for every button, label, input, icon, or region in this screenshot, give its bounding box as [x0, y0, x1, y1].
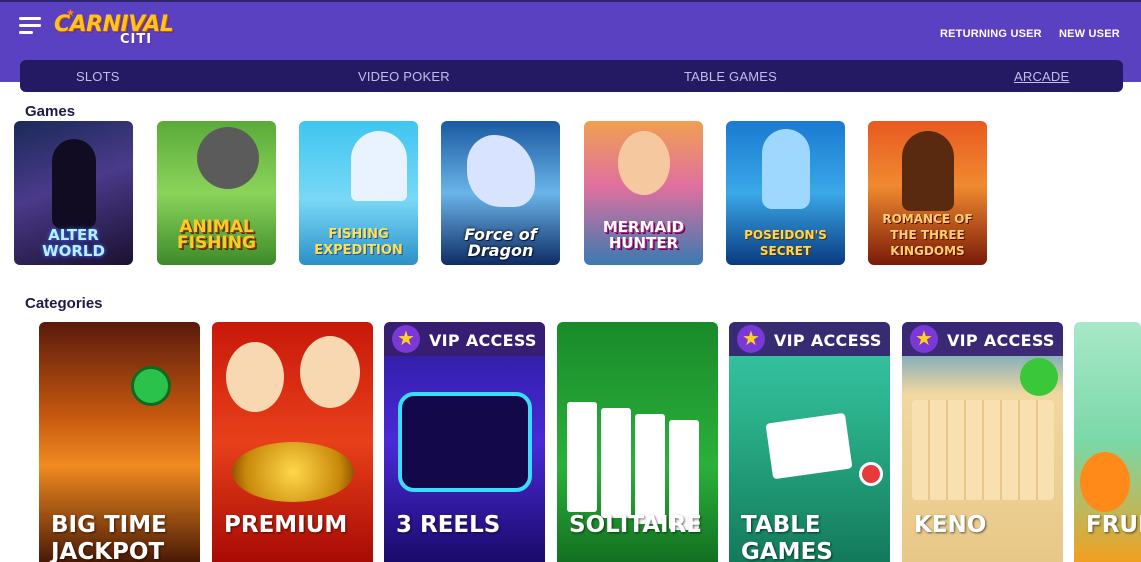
card-art	[601, 408, 631, 518]
game-title: POSEIDON'S SECRET	[744, 228, 827, 258]
game-art-poseidon	[762, 129, 810, 209]
category-label: SOLITAIRE	[569, 512, 703, 538]
game-tile-mermaid-hunter[interactable]: MERMAID HUNTER	[584, 121, 703, 265]
nav-item-slots[interactable]: SLOTS	[76, 69, 120, 84]
game-art-raccoon	[197, 127, 259, 189]
game-art-mermaid	[618, 131, 670, 195]
game-tile-alter-world[interactable]: ALTER WORLD	[14, 121, 133, 265]
logo-sub-text: CITI	[120, 32, 153, 47]
menu-icon[interactable]	[19, 17, 43, 35]
category-label: TABLE GAMES	[741, 512, 833, 562]
gold-pot-art	[232, 442, 354, 502]
vip-badge: ★ VIP ACCESS	[729, 322, 890, 356]
returning-user-link[interactable]: RETURNING USER	[940, 28, 1042, 40]
game-art-figure	[52, 139, 96, 229]
category-tile-keno[interactable]: ★ VIP ACCESS KENO	[902, 322, 1063, 562]
game-art-dragon	[467, 135, 535, 207]
game-tile-poseidons-secret[interactable]: POSEIDON'S SECRET	[726, 121, 845, 265]
vip-label: VIP ACCESS	[774, 331, 882, 350]
category-tile-fruit[interactable]: FRUIT	[1074, 322, 1141, 562]
vip-label: VIP ACCESS	[947, 331, 1055, 350]
game-title: ALTER WORLD	[42, 226, 105, 260]
logo[interactable]: ★ CARNIVAL CITI	[54, 8, 174, 50]
card-art	[567, 402, 597, 512]
card-art	[635, 414, 665, 524]
game-art-warrior	[902, 131, 954, 211]
category-tile-3-reels[interactable]: ★ VIP ACCESS 3 REELS	[384, 322, 545, 562]
category-label: PREMIUM	[224, 512, 348, 538]
keno-board-art	[912, 400, 1054, 500]
category-label: 3 REELS	[396, 512, 501, 538]
game-tile-fishing-expedition[interactable]: FISHING EXPEDITION	[299, 121, 418, 265]
vip-label: VIP ACCESS	[429, 331, 537, 350]
category-label: KENO	[914, 512, 987, 538]
game-title: ANIMAL FISHING	[177, 217, 256, 253]
game-tile-force-of-dragon[interactable]: Force of Dragon	[441, 121, 560, 265]
jackpot-art	[57, 434, 187, 474]
game-title: MERMAID HUNTER	[602, 218, 685, 252]
category-label: BIG TIME JACKPOT	[51, 512, 167, 562]
game-title: ROMANCE OF THE THREE KINGDOMS	[882, 212, 973, 258]
game-art-fisherman	[351, 131, 407, 201]
game-tile-romance-three-kingdoms[interactable]: ROMANCE OF THE THREE KINGDOMS	[868, 121, 987, 265]
nav-item-video-poker[interactable]: VIDEO POKER	[358, 69, 450, 84]
games-section-title: Games	[25, 103, 76, 120]
logo-main-text: CARNIVAL	[54, 12, 174, 37]
game-art-girl	[226, 342, 284, 412]
star-icon: ★	[910, 325, 938, 353]
nav-item-table-games[interactable]: TABLE GAMES	[684, 69, 777, 84]
game-art-boy	[300, 336, 360, 408]
categories-section-title: Categories	[25, 295, 103, 312]
category-nav: SLOTS VIDEO POKER TABLE GAMES ARCADE	[20, 60, 1123, 92]
star-icon: ★	[737, 325, 765, 353]
slot-reel-art	[398, 392, 532, 492]
fruit-art	[1080, 452, 1130, 512]
game-title: Force of Dragon	[464, 225, 537, 260]
keno-ball-art	[1020, 358, 1058, 396]
category-label: FRUIT	[1086, 512, 1141, 538]
chip-icon	[131, 366, 171, 406]
vip-badge: ★ VIP ACCESS	[384, 322, 545, 356]
game-title: FISHING EXPEDITION	[314, 227, 403, 258]
chip-icon	[859, 462, 883, 486]
category-tile-big-time-jackpot[interactable]: BIG TIME JACKPOT	[39, 322, 200, 562]
category-tile-table-games[interactable]: ★ VIP ACCESS TABLE GAMES	[729, 322, 890, 562]
vip-badge: ★ VIP ACCESS	[902, 322, 1063, 356]
card-art	[765, 412, 853, 480]
header-top-border	[0, 0, 1141, 2]
star-icon: ★	[392, 325, 420, 353]
nav-item-arcade[interactable]: ARCADE	[1014, 69, 1069, 84]
new-user-link[interactable]: NEW USER	[1059, 28, 1120, 40]
category-tile-solitaire[interactable]: SOLITAIRE	[557, 322, 718, 562]
fruit-logo-art	[1084, 352, 1134, 412]
category-tile-premium[interactable]: PREMIUM	[212, 322, 373, 562]
game-tile-animal-fishing[interactable]: ANIMAL FISHING	[157, 121, 276, 265]
